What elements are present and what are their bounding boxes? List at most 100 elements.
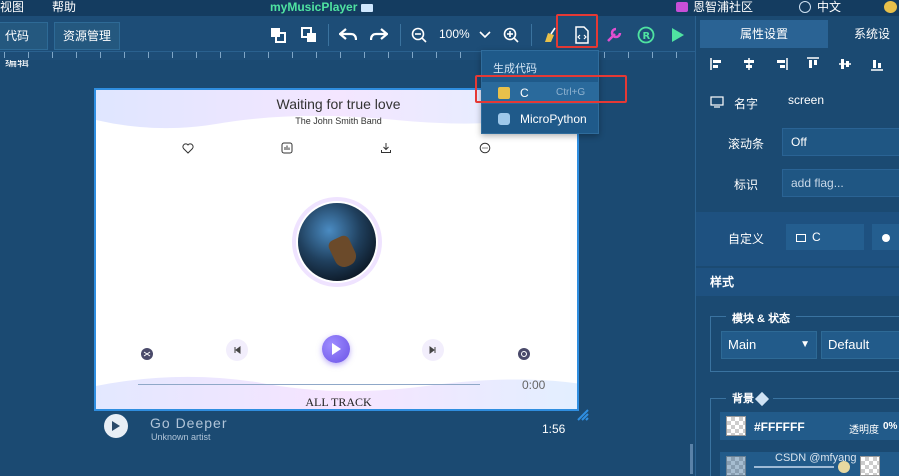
highlight-menu-item-c xyxy=(475,75,627,103)
alignment-toolbar xyxy=(700,54,899,76)
redo-icon[interactable] xyxy=(369,25,389,45)
scrollbar-label: 滚动条 xyxy=(728,137,765,151)
ruler-tick xyxy=(172,52,173,58)
grad-slider-track[interactable] xyxy=(754,466,834,468)
download-icon[interactable] xyxy=(380,141,392,153)
state-select[interactable]: Default xyxy=(821,331,899,359)
tab-properties[interactable]: 属性设置 xyxy=(700,20,828,48)
previous-track-button[interactable] xyxy=(226,339,248,361)
ruler-tick xyxy=(244,52,245,58)
resize-handle-icon[interactable] xyxy=(576,408,590,422)
opacity-label: 透明度 xyxy=(849,425,879,436)
svg-text:R: R xyxy=(643,31,651,42)
loop-icon[interactable] xyxy=(518,348,530,360)
bg-color-value: #FFFFFF xyxy=(754,420,805,434)
custom-add-button[interactable] xyxy=(872,224,899,250)
wrench-icon[interactable] xyxy=(604,25,624,45)
heart-icon[interactable] xyxy=(182,141,194,154)
align-left-icon[interactable] xyxy=(710,57,724,71)
bring-front-icon[interactable] xyxy=(268,25,288,45)
menu-bar: 视图 帮助 myMusicPlayer 恩智浦社区 中文 xyxy=(0,0,899,16)
monitor-icon xyxy=(710,96,724,108)
progress-bar[interactable] xyxy=(138,384,480,385)
undo-icon[interactable] xyxy=(338,25,358,45)
chat-icon[interactable] xyxy=(479,141,491,154)
ruler-tick xyxy=(316,52,317,58)
play-button[interactable] xyxy=(322,335,350,363)
palette-icon[interactable] xyxy=(884,1,897,13)
all-track-label[interactable]: ALL TRACK xyxy=(96,395,577,409)
zoom-out-icon[interactable] xyxy=(409,25,429,45)
register-icon[interactable]: R xyxy=(636,25,656,45)
zoom-in-icon[interactable] xyxy=(501,25,521,45)
custom-c-label: C xyxy=(812,230,821,244)
scrollbar-select[interactable]: Off xyxy=(782,128,899,156)
grad-end-swatch[interactable] xyxy=(860,456,880,476)
tab-code-editor[interactable]: 代码编辑 xyxy=(0,22,48,69)
part-select-value: Main xyxy=(728,337,757,352)
custom-c-button[interactable]: C xyxy=(786,224,864,250)
equalizer-icon[interactable] xyxy=(281,141,293,154)
ruler-tick xyxy=(436,52,437,58)
elapsed-time: 0:00 xyxy=(522,378,546,392)
track-duration: 1:56 xyxy=(542,422,566,436)
folder-icon[interactable] xyxy=(361,3,374,12)
menu-view[interactable]: 视图 xyxy=(0,0,24,14)
toolbar-divider xyxy=(328,24,329,46)
ruler-tick xyxy=(604,52,605,58)
ruler-tick xyxy=(460,52,461,58)
python-icon xyxy=(498,113,510,125)
vertical-scrollbar[interactable] xyxy=(690,444,693,474)
ruler-tick xyxy=(220,52,221,58)
ruler-tick xyxy=(52,52,53,58)
background-label: 背景 xyxy=(726,390,774,407)
play-icon xyxy=(112,421,120,431)
mini-play-button[interactable] xyxy=(104,414,128,438)
next-icon xyxy=(429,346,436,354)
paint-brush-icon xyxy=(754,392,770,407)
menu-help[interactable]: 帮助 xyxy=(52,0,76,14)
name-input[interactable]: screen xyxy=(780,87,899,115)
toolbar-divider xyxy=(400,24,401,46)
style-section-header: 样式 xyxy=(696,268,899,296)
ruler-tick xyxy=(76,52,77,58)
grad-color-swatch[interactable] xyxy=(726,456,746,476)
highlight-generate-code xyxy=(556,14,598,48)
module-state-label: 模块 & 状态 xyxy=(726,310,797,326)
tab-system-settings[interactable]: 系统设 xyxy=(832,20,899,48)
properties-panel: 属性设置 系统设 名字 screen 滚动条 Off 标识 add flag..… xyxy=(695,16,899,476)
align-top-icon[interactable] xyxy=(806,57,820,71)
album-cover xyxy=(292,197,382,287)
add-icon xyxy=(882,233,890,242)
opacity-value: 0% xyxy=(883,421,898,432)
menu-language[interactable]: 中文 xyxy=(817,0,841,14)
align-right-icon[interactable] xyxy=(774,57,788,71)
run-icon[interactable] xyxy=(668,25,688,45)
menu-community[interactable]: 恩智浦社区 xyxy=(693,0,753,14)
shuffle-icon[interactable] xyxy=(141,348,153,360)
tab-resource-manager[interactable]: 资源管理 xyxy=(54,22,120,50)
send-back-icon[interactable] xyxy=(299,25,319,45)
chevron-down-icon: ▼ xyxy=(800,339,810,350)
chevron-down-icon[interactable] xyxy=(475,25,495,45)
menu-header: 生成代码 xyxy=(493,63,537,75)
next-track-button[interactable] xyxy=(422,339,444,361)
part-select[interactable]: Main ▼ xyxy=(721,331,817,359)
align-middle-icon[interactable] xyxy=(838,57,852,71)
align-bottom-icon[interactable] xyxy=(870,57,884,71)
name-label: 名字 xyxy=(734,97,759,111)
guitar-figure xyxy=(326,233,360,271)
ruler-tick xyxy=(412,52,413,58)
menu-item-micropython[interactable]: MicroPython xyxy=(482,108,598,130)
globe-icon xyxy=(799,1,811,13)
track-artist: Unknown artist xyxy=(151,432,211,442)
ruler-tick xyxy=(196,52,197,58)
flag-input[interactable]: add flag... xyxy=(782,169,899,197)
bg-color-swatch[interactable] xyxy=(726,416,746,436)
canvas-screen[interactable]: Waiting for true love The John Smith Ban… xyxy=(94,88,579,411)
ruler-tick xyxy=(268,52,269,58)
align-center-icon[interactable] xyxy=(742,57,756,71)
flag-label: 标识 xyxy=(734,178,759,192)
ruler-tick xyxy=(4,52,5,58)
ruler-tick xyxy=(28,52,29,58)
